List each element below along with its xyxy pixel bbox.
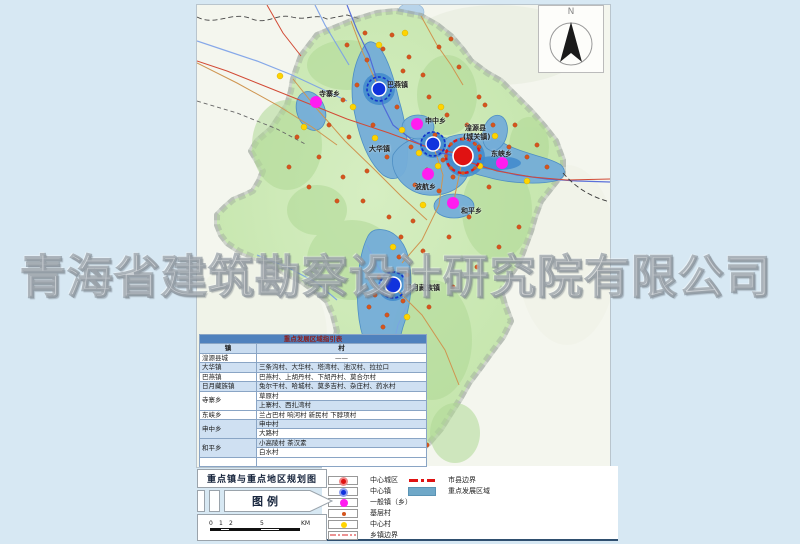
planning-map-page: { "watermark": "青海省建筑勘察设计研究院有限公司", "comp… — [0, 0, 800, 544]
legend-item-township-boundary: 乡镇边界 — [328, 530, 398, 540]
scale-segment — [230, 528, 260, 531]
scale-segment — [260, 528, 280, 531]
scale-bar-box: 0 1 2 5 KM — [197, 514, 327, 541]
scale-tick: 2 — [229, 520, 233, 527]
table-row: 东峡乡 — [200, 410, 257, 419]
legend-item-basic-village: 基层村 — [328, 508, 391, 518]
label-sizhai-xiang: 寺寨乡 — [319, 91, 340, 98]
legend-banner: 图例 — [224, 490, 334, 512]
legend-item-dev-area: 重点发展区域 — [408, 486, 490, 496]
scale-tick: 1 — [219, 520, 223, 527]
development-guidance-table: 重点发展区域指引表 镇 村 湟源县城—— 大华镇三条沟村、大华村、塔湾村、池汉村… — [199, 334, 427, 467]
label-bayan-town: 巴燕镇 — [387, 82, 408, 89]
col-header-town: 镇 — [200, 344, 257, 353]
scale-segment — [280, 528, 300, 531]
north-arrow-icon — [539, 16, 603, 72]
table-row: 日月藏族镇 — [200, 382, 257, 391]
table-row: 巴燕镇 — [200, 372, 257, 381]
label-huangyuan-county: 湟源县 — [465, 125, 486, 132]
map-title: 重点镇与重点地区规划图 — [197, 469, 327, 488]
legend-item-general-town: 一般镇（乡） — [328, 497, 412, 507]
label-bohang-xiang: 波航乡 — [415, 184, 436, 191]
label-dongxia-xiang: 东峡乡 — [491, 151, 512, 158]
legend-panel: 中心城区 中心镇 一般镇（乡） 基层村 中心村 乡镇边界 — [322, 466, 618, 541]
legend-item-center-city: 中心城区 — [328, 475, 398, 485]
center-city-swatch — [328, 476, 358, 485]
scale-segment — [210, 528, 220, 531]
scale-tick: 5 — [260, 520, 264, 527]
label-heping-xiang: 和平乡 — [461, 208, 482, 215]
table-title: 重点发展区域指引表 — [200, 335, 427, 344]
legend-item-center-town: 中心镇 — [328, 486, 391, 496]
label-riyue-town: 日月藏族镇 — [405, 285, 440, 292]
scale-unit: KM — [301, 520, 310, 527]
legend-banner-text: 图例 — [224, 490, 310, 512]
col-header-village: 村 — [257, 344, 427, 353]
table-row: 申中乡 — [200, 419, 257, 438]
title-block-bar — [197, 490, 205, 512]
table-row: 和平乡 — [200, 438, 257, 457]
legend-item-center-village: 中心村 — [328, 519, 391, 529]
scale-tick: 0 — [209, 520, 213, 527]
compass-box: N — [538, 5, 604, 73]
label-chengguan-town: (城关镇) — [463, 134, 490, 141]
title-block-bar — [209, 490, 220, 512]
dev-area-swatch — [408, 487, 436, 496]
table-row: 湟源县城 — [200, 353, 257, 362]
label-shenzhong-xiang: 申中乡 — [425, 118, 446, 125]
map-canvas: 巴燕镇 寺寨乡 申中乡 大华镇 湟源县 (城关镇) 东峡乡 波航乡 和平乡 日月… — [196, 4, 611, 468]
county-boundary-swatch — [408, 476, 436, 485]
township-boundary-swatch — [328, 531, 358, 540]
table-row: 寺寨乡 — [200, 391, 257, 410]
scale-segment — [220, 528, 230, 531]
label-dahua-town: 大华镇 — [369, 146, 390, 153]
legend-item-county-boundary: 市县边界 — [408, 475, 476, 485]
center-village-swatch — [328, 520, 358, 529]
table-row: 大华镇 — [200, 363, 257, 372]
